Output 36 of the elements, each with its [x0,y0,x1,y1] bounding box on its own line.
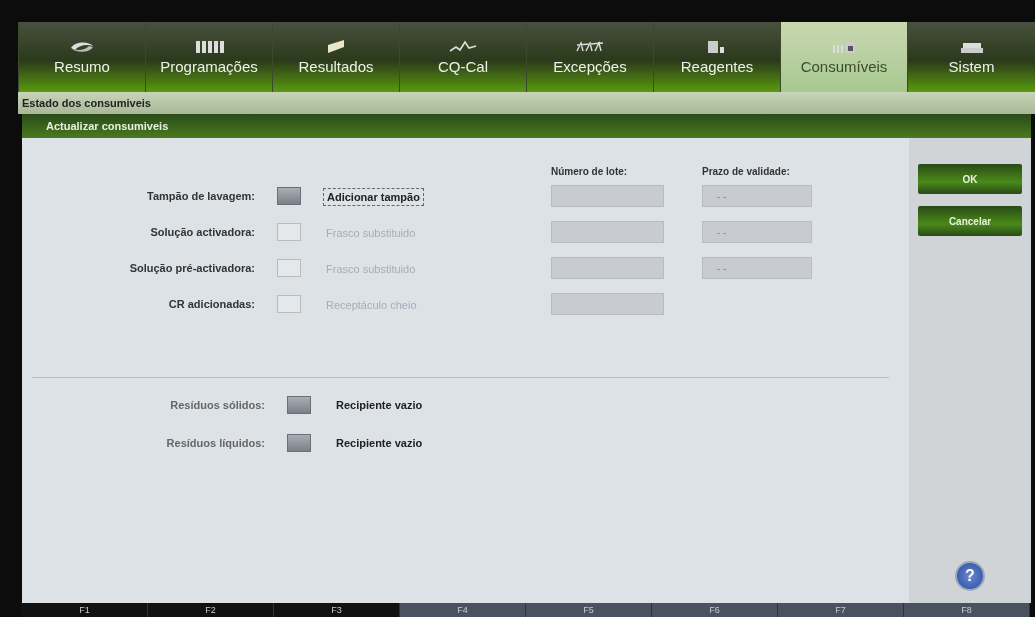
function-key[interactable]: F1 [22,603,148,617]
checkbox[interactable] [287,396,311,414]
nav-tab[interactable]: Sistem [907,22,1035,92]
field-label: Tampão de lavagem: [146,190,256,202]
nav-tab[interactable]: Consumíveis [780,22,907,92]
nav-tab[interactable]: Excepções [526,22,653,92]
nav-tab[interactable]: Reagentes [653,22,780,92]
column-heading: Prazo de validade: [702,166,791,177]
nav-tab[interactable]: Resumo [18,22,145,92]
field-label: Solução pré-activadora: [128,262,256,274]
lot-number-field[interactable] [551,257,664,279]
dialog-button[interactable]: OK [918,164,1022,194]
field-label: Resíduos líquidos: [165,437,266,449]
nav-tab[interactable]: CQ-Cal [399,22,526,92]
checkbox[interactable] [287,434,311,452]
field-label: Solução activadora: [149,226,256,238]
breadcrumb-text: Estado dos consumiveis [22,97,151,109]
nav-tab[interactable]: Programações [145,22,272,92]
lot-number-field[interactable] [551,293,664,315]
help-button[interactable]: ? [955,561,985,591]
checkbox[interactable] [277,187,301,205]
dialog-button[interactable]: Cancelar [918,206,1022,236]
function-key[interactable]: F3 [274,603,400,617]
checkbox-label[interactable]: Adicionar tampão [323,188,424,206]
checkbox-label[interactable]: Recipiente vazio [333,435,533,451]
nav-tab[interactable]: Resultados [272,22,399,92]
lot-number-field[interactable] [551,221,664,243]
wave-icon [448,39,478,55]
function-key[interactable]: F2 [148,603,274,617]
dialog-title: Actualizar consumiveis [46,120,169,132]
column-heading: Número de lote: [551,166,629,177]
lot-number-field[interactable] [551,185,664,207]
field-label: Resíduos sólidos: [169,399,266,411]
field-label: CR adicionadas: [167,298,256,310]
checkbox-label[interactable]: Recipiente vazio [333,397,533,413]
bars-icon [194,39,224,55]
